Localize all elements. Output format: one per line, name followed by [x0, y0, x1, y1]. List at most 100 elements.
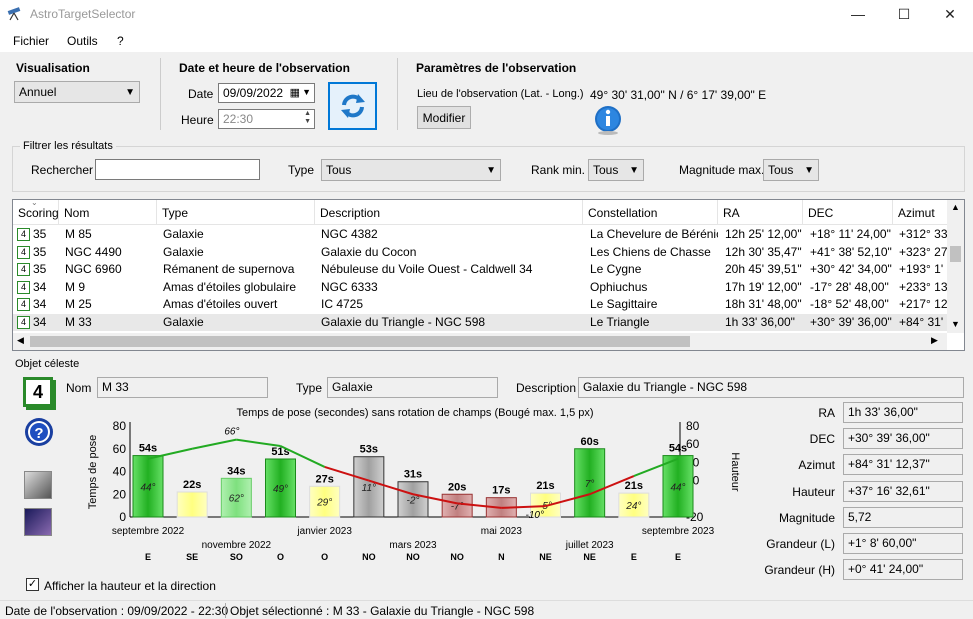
table-row[interactable]: 4 35 NGC 4490 Galaxie Galaxie du Cocon Les Ch…	[13, 244, 948, 261]
row-score: 34	[33, 297, 47, 311]
object-size-h-field[interactable]: +0° 41' 24,00"	[843, 559, 963, 581]
row-score: 35	[33, 244, 47, 259]
bar-value-label: 60s	[580, 436, 598, 448]
results-table[interactable]: Scoring Nom Type Description Constellati…	[12, 198, 965, 351]
horizontal-scrollbar[interactable]: ◀ ▶	[13, 333, 947, 350]
row-dec: +41° 38' 52,10"	[810, 244, 892, 259]
table-row[interactable]: 4 35 M 85 Galaxie NGC 4382 La Chevelure de Bé…	[13, 226, 948, 243]
table-row[interactable]: 4 34 M 25 Amas d'étoiles ouvert IC 4725 Le Sa…	[13, 296, 948, 313]
object-altitude-label: Hauteur	[792, 484, 835, 499]
refresh-button[interactable]	[328, 82, 377, 130]
visualisation-title: Visualisation	[16, 61, 90, 75]
rank-badge: 4	[17, 280, 30, 294]
row-ra: 12h 30' 35,47"	[725, 244, 802, 259]
chevron-down-icon: ▼	[125, 87, 135, 98]
row-score: 35	[33, 262, 47, 276]
row-name: NGC 6960	[65, 262, 122, 276]
y2-tick-label: 60	[686, 437, 700, 451]
image-thumbnail-icon[interactable]	[24, 471, 52, 499]
chevron-down-icon[interactable]: ▼	[302, 87, 311, 97]
chevron-left-icon[interactable]: ◀	[17, 335, 24, 346]
time-spinner[interactable]: 22:30 ▲ ▼	[218, 109, 315, 129]
row-constellation: Ophiuchus	[590, 279, 648, 294]
bar-value-label: 20s	[448, 481, 466, 493]
altitude-label: 62°	[229, 494, 244, 505]
spinner-arrows-icon[interactable]: ▲ ▼	[304, 110, 311, 126]
col-header-constellation[interactable]: Constellation	[583, 200, 718, 225]
calendar-icon[interactable]: ▦	[290, 86, 300, 99]
time-value: 22:30	[223, 112, 254, 126]
object-type-field[interactable]: Galaxie	[327, 377, 498, 398]
y2-tick-label: 80	[686, 419, 700, 433]
menu-fichier[interactable]: Fichier	[13, 34, 49, 48]
modify-location-button[interactable]: Modifier	[417, 106, 471, 129]
month-label: janvier 2023	[296, 526, 352, 537]
type-filter-select[interactable]: Tous ▼	[321, 159, 501, 181]
row-azimut: +193° 1' 5	[899, 262, 947, 276]
bar-value-label: 54s	[669, 443, 687, 455]
direction-label: N	[498, 552, 505, 562]
col-header-azimut[interactable]: Azimut	[893, 200, 948, 225]
col-header-description[interactable]: Description	[315, 200, 583, 225]
row-score: 34	[33, 314, 47, 329]
row-type: Galaxie	[163, 227, 204, 241]
close-button[interactable]: ✕	[927, 0, 973, 28]
search-input[interactable]	[95, 159, 260, 180]
row-ra: 12h 25' 12,00"	[725, 227, 802, 241]
object-ra-field[interactable]: 1h 33' 36,00"	[843, 402, 963, 423]
title-bar: AstroTargetSelector — ☐ ✕	[0, 0, 973, 28]
row-constellation: La Chevelure de Bérénice	[590, 227, 718, 241]
row-constellation: Le Triangle	[590, 314, 650, 329]
show-altitude-checkbox[interactable]: ✓	[26, 578, 39, 591]
bar-value-label: 51s	[271, 446, 289, 458]
menu-outils[interactable]: Outils	[67, 34, 98, 48]
chevron-down-icon: ▼	[804, 165, 814, 176]
object-desc-label: Description	[516, 381, 577, 395]
rank-filter-value: Tous	[593, 163, 619, 177]
menu-help[interactable]: ?	[117, 34, 124, 48]
y-tick-label: 0	[119, 510, 126, 524]
row-score: 35	[33, 227, 47, 241]
minimize-button[interactable]: —	[835, 0, 881, 28]
scroll-thumb[interactable]	[30, 336, 690, 347]
col-header-ra[interactable]: RA	[718, 200, 803, 225]
object-azimut-field[interactable]: +84° 31' 12,37"	[843, 454, 963, 476]
table-row[interactable]: 4 34 M 33 Galaxie Galaxie du Triangle - NGC …	[13, 313, 948, 331]
mag-filter-select[interactable]: Tous ▼	[763, 159, 819, 181]
direction-label: NO	[362, 552, 376, 562]
object-magnitude-field[interactable]: 5,72	[843, 506, 963, 528]
object-altitude-field[interactable]: +37° 16' 32,61"	[843, 480, 963, 502]
chevron-down-icon[interactable]: ▼	[951, 319, 960, 329]
vertical-scrollbar[interactable]: ▲ ▼	[947, 200, 964, 333]
object-dec-field[interactable]: +30° 39' 36,00"	[843, 428, 963, 450]
object-desc-field[interactable]: Galaxie du Triangle - NGC 598	[578, 377, 964, 398]
type-filter-label: Type	[288, 163, 315, 177]
rank-filter-select[interactable]: Tous ▼	[588, 159, 644, 181]
scroll-thumb[interactable]	[950, 246, 961, 262]
visualisation-select[interactable]: Annuel ▼	[14, 81, 140, 103]
chevron-right-icon[interactable]: ▶	[931, 335, 938, 346]
date-picker[interactable]: 09/09/2022 ▦ ▼	[218, 83, 315, 103]
object-name-field[interactable]: M 33	[97, 377, 268, 398]
sky-image-icon[interactable]	[24, 508, 52, 536]
row-azimut: +233° 13'	[899, 279, 947, 294]
table-row[interactable]: 4 35 NGC 6960 Rémanent de supernova Nébuleus…	[13, 261, 948, 278]
col-header-dec[interactable]: DEC	[803, 200, 893, 225]
help-icon[interactable]: ?	[23, 416, 55, 448]
info-icon[interactable]	[592, 104, 624, 136]
divider	[160, 58, 161, 130]
row-dec: -17° 28' 48,00"	[810, 279, 889, 294]
rank-badge: 4	[17, 315, 30, 329]
row-azimut: +312° 33'	[899, 227, 947, 241]
menu-bar: Fichier Outils ?	[0, 28, 973, 52]
object-size-l-field[interactable]: +1° 8' 60,00"	[843, 533, 963, 554]
maximize-button[interactable]: ☐	[881, 0, 927, 28]
row-ra: 18h 31' 48,00"	[725, 297, 802, 311]
chevron-up-icon[interactable]: ▲	[951, 202, 960, 212]
table-row[interactable]: 4 34 M 9 Amas d'étoiles globulaire NGC 6333 O…	[13, 279, 948, 296]
col-header-nom[interactable]: Nom	[59, 200, 157, 225]
row-azimut: +84° 31' 1	[899, 314, 947, 329]
month-label: mai 2023	[481, 526, 523, 537]
row-description: Galaxie du Cocon	[321, 244, 417, 259]
col-header-type[interactable]: Type	[157, 200, 315, 225]
